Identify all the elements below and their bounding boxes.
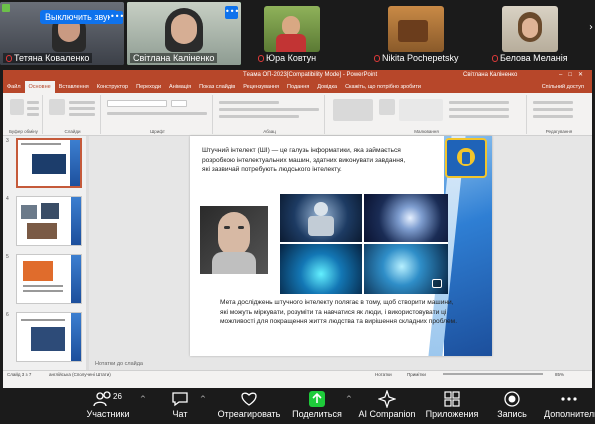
quick-styles-icon[interactable] — [399, 99, 443, 121]
ribbon-group-slides: Слайди — [45, 95, 101, 134]
tab-help[interactable]: Довідка — [313, 81, 341, 93]
participant-tile[interactable]: Nikita Pochepetsky — [368, 2, 478, 65]
workspace: 3 4 5 6 Штучний інтелект (ШІ) — це галуз… — [3, 136, 592, 379]
participants-button[interactable]: 26 Участники — [80, 390, 136, 419]
record-icon — [504, 391, 520, 407]
more-icon — [560, 397, 577, 401]
slide-counter: Слайд 3 з 7 — [7, 372, 32, 377]
thumbnails-scrollbar[interactable] — [86, 136, 89, 379]
muted-mic-icon — [6, 55, 12, 62]
participant-name: Юра Ковтун — [255, 53, 319, 63]
language-indicator[interactable]: англійська (Сполучені Штати) — [49, 371, 111, 379]
ppt-titlebar: Тeaма ОП-2023[Compatibility Mode] - Powe… — [3, 70, 592, 81]
comments-toggle[interactable]: Примітки — [407, 371, 426, 379]
user-name: Світлана Каліненко — [463, 72, 518, 78]
chat-button[interactable]: Чат — [160, 390, 200, 419]
participant-name: Белова Меланія — [489, 53, 571, 63]
participant-strip: Выключить звук ••• Тетяна Коваленко ••• … — [0, 0, 595, 66]
font-size-select[interactable] — [171, 100, 187, 107]
participant-name: Світлана Каліненко — [130, 53, 218, 63]
zoom-meeting-window: Выключить звук ••• Тетяна Коваленко ••• … — [0, 0, 595, 424]
strip-next-icon[interactable]: › — [589, 22, 593, 33]
participant-tile-active[interactable]: ••• Світлана Каліненко — [127, 2, 241, 65]
chat-icon — [172, 392, 188, 407]
window-controls[interactable]: –□✕ — [559, 70, 589, 81]
arrange-icon[interactable] — [379, 99, 395, 115]
meeting-toolbar: 26 Участники ^ Чат ^ Отреагировать Подел… — [0, 388, 595, 424]
notes-toggle[interactable]: Нотатки — [375, 371, 392, 379]
ai-collage-image — [280, 194, 448, 294]
tab-view[interactable]: Подання — [283, 81, 313, 93]
muted-mic-icon — [258, 55, 264, 62]
shared-screen-powerpoint: Тeaма ОП-2023[Compatibility Mode] - Powe… — [3, 70, 592, 388]
participant-name: Nikita Pochepetsky — [371, 53, 462, 63]
ribbon-group-clipboard: Буфер обміну — [5, 95, 43, 134]
participant-tile[interactable]: Белова Меланія — [486, 2, 586, 65]
muted-mic-icon — [492, 55, 498, 62]
tab-home[interactable]: Основне — [24, 81, 55, 93]
ppt-statusbar: Слайд 3 з 7 англійська (Сполучені Штати)… — [3, 370, 592, 379]
ribbon-group-paragraph: Абзац — [215, 95, 325, 134]
apps-button[interactable]: Приложения — [422, 390, 482, 419]
ribbon: Буфер обміну Слайди Шрифт Абзац Малюванн… — [3, 93, 592, 136]
slide-thumbnail[interactable] — [16, 312, 82, 362]
tab-review[interactable]: Рецензування — [239, 81, 283, 93]
unmute-banner[interactable]: Выключить звук — [40, 10, 117, 24]
share-caret-icon[interactable]: ^ — [346, 395, 352, 403]
slide-canvas[interactable]: Штучний інтелект (ШІ) — це галузь інформ… — [190, 136, 492, 356]
robot-sophia-image — [200, 206, 268, 274]
react-button[interactable]: Отреагировать — [214, 390, 284, 419]
participant-tile[interactable]: Юра Ковтун — [252, 2, 332, 65]
paste-icon[interactable] — [10, 99, 24, 115]
record-button[interactable]: Запись — [492, 390, 532, 419]
new-slide-icon[interactable] — [49, 99, 65, 115]
heart-icon — [241, 392, 257, 406]
window-title: Тeaма ОП-2023[Compatibility Mode] - Powe… — [243, 72, 378, 78]
participants-caret-icon[interactable]: ^ — [140, 395, 146, 403]
slide-paragraph-goal: Мета досліджень штучного інтелекту поляг… — [220, 299, 458, 325]
slide-paragraph-definition: Штучний інтелект (ШІ) — це галузь інформ… — [202, 147, 406, 173]
notes-placeholder[interactable]: Нотатки до слайда — [95, 361, 143, 367]
brain-image — [364, 194, 448, 242]
chat-caret-icon[interactable]: ^ — [200, 395, 206, 403]
tab-design[interactable]: Конструктор — [93, 81, 132, 93]
tell-me-search[interactable]: Скажіть, що потрібно зробити — [341, 81, 425, 93]
ribbon-group-drawing: Малювання — [327, 95, 527, 134]
participant-name: Тетяна Коваленко — [3, 53, 93, 63]
participant-tile[interactable]: Выключить звук ••• Тетяна Коваленко — [0, 2, 124, 65]
tab-transitions[interactable]: Переходи — [132, 81, 165, 93]
tab-file[interactable]: Файл — [3, 81, 25, 93]
slide-thumbnail[interactable] — [16, 254, 82, 304]
circuit-brain-image — [280, 244, 362, 294]
tab-animations[interactable]: Анімація — [165, 81, 195, 93]
more-icon[interactable]: ••• — [225, 6, 239, 19]
more-button[interactable]: Дополнительно — [542, 390, 595, 419]
tab-slideshow[interactable]: Показ слайдів — [195, 81, 239, 93]
share-screen-icon — [309, 391, 325, 407]
slide-thumbnail-selected[interactable] — [16, 138, 82, 188]
slide-thumbnail[interactable] — [16, 196, 82, 246]
shapes-gallery[interactable] — [333, 99, 373, 121]
ribbon-tabs: Файл Основне Вставлення Конструктор Переходи… — [3, 81, 592, 93]
ribbon-group-font: Шрифт — [103, 95, 213, 134]
zoom-level[interactable]: 85% — [555, 371, 564, 379]
share-screen-button[interactable]: Поделиться — [286, 390, 348, 419]
ai-companion-icon — [378, 390, 396, 408]
ai-companion-button[interactable]: AI Companion — [356, 390, 418, 419]
more-icon[interactable]: ••• — [110, 11, 124, 24]
slide-thumbnails-pane: 3 4 5 6 — [3, 136, 89, 379]
participants-count: 26 — [113, 392, 122, 401]
share-link[interactable]: Спільний доступ — [538, 81, 588, 93]
university-logo — [445, 138, 487, 178]
tab-insert[interactable]: Вставлення — [55, 81, 93, 93]
zoom-slider[interactable] — [443, 373, 543, 375]
apps-icon — [444, 391, 460, 407]
picture-icon[interactable] — [432, 279, 442, 288]
glowing-brain-image — [364, 244, 448, 294]
font-name-select[interactable] — [107, 100, 167, 107]
muted-mic-icon — [374, 55, 380, 62]
ribbon-group-editing: Редагування — [529, 95, 589, 134]
robot-image — [280, 194, 362, 242]
